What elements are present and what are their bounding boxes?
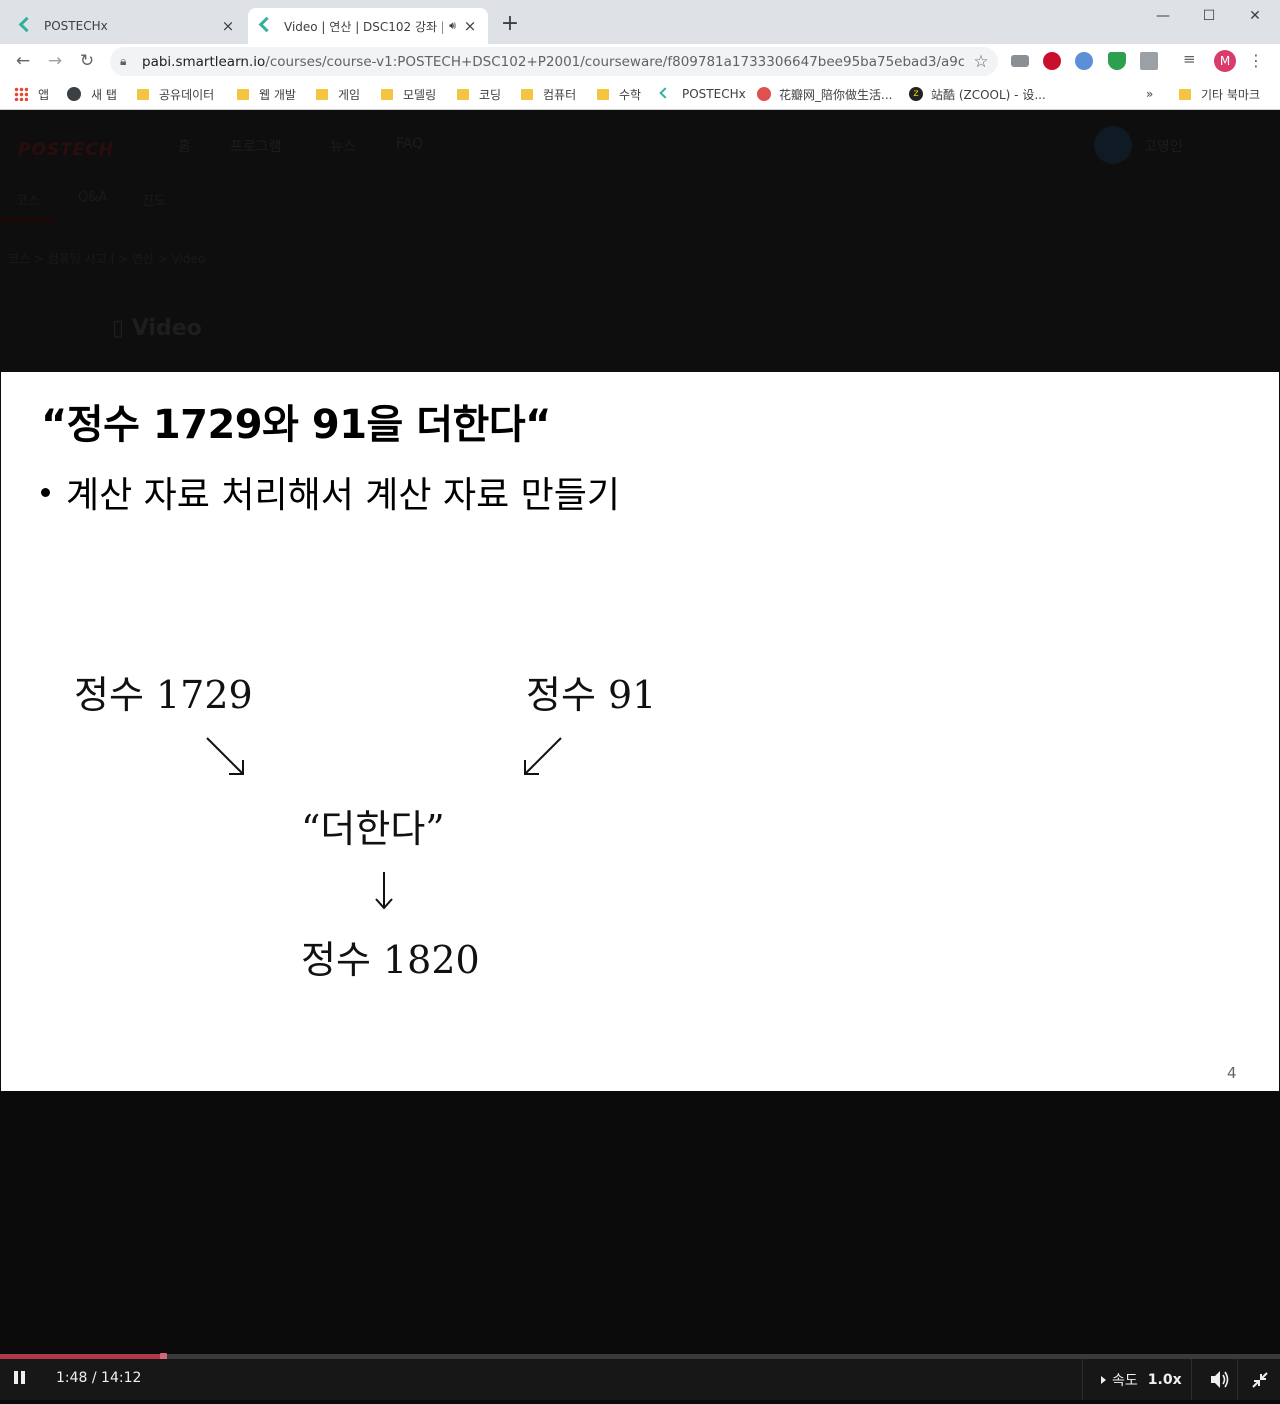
slide-heading: “정수 1729와 91을 더한다“ xyxy=(41,402,551,448)
bookmark-folder[interactable]: 수학 xyxy=(597,84,641,104)
subnav-active-indicator xyxy=(0,218,58,221)
close-tab-icon[interactable]: × xyxy=(220,18,236,34)
close-window-icon[interactable]: ✕ xyxy=(1232,4,1278,28)
nav-faq: FAQ xyxy=(396,136,424,152)
diagram-right-input: 정수 91 xyxy=(526,673,657,717)
bookmark-other[interactable]: 기타 북마크 xyxy=(1179,84,1260,104)
folder-icon xyxy=(1179,88,1191,100)
diagram-result: 정수 1820 xyxy=(301,938,480,982)
video-player[interactable]: POSTECH 홈 프로그램 뉴스 FAQ 고영인 코스 Q&A 진도 코스 >… xyxy=(0,110,1280,1400)
folder-icon xyxy=(237,88,249,100)
globe-icon xyxy=(67,87,81,101)
subnav-progress: 진도 xyxy=(142,194,166,209)
new-tab-button[interactable]: + xyxy=(498,12,522,36)
exit-fullscreen-button[interactable] xyxy=(1240,1359,1280,1400)
dimmed-course-page: POSTECH 홈 프로그램 뉴스 FAQ 고영인 코스 Q&A 진도 코스 >… xyxy=(0,110,1280,372)
bookmark-huaban[interactable]: 花瓣网_陪你做生活... xyxy=(757,84,892,104)
folder-icon xyxy=(597,88,609,100)
url-text[interactable]: pabi.smartlearn.io/courses/course-v1:POS… xyxy=(142,54,964,70)
nav-news: 뉴스 xyxy=(330,139,356,155)
video-time: 1:48 / 14:12 xyxy=(56,1370,142,1386)
arrow-down-right-icon xyxy=(206,737,244,775)
subnav-qa: Q&A xyxy=(78,190,108,205)
speed-button[interactable]: 속도 1.0x xyxy=(1082,1359,1192,1400)
bookmark-apps[interactable]: 앱 xyxy=(14,84,49,104)
reload-icon[interactable]: ↻ xyxy=(74,48,100,74)
lock-icon: 🔒︎ xyxy=(120,54,127,68)
bookmark-star-icon[interactable]: ☆ xyxy=(964,52,998,72)
browser-toolbar: ← → ↻ 🔒︎ pabi.smartlearn.io/courses/cour… xyxy=(0,44,1280,78)
pause-button[interactable] xyxy=(14,1371,28,1387)
user-name: 고영인 xyxy=(1144,139,1183,155)
bookmarks-overflow-button[interactable]: » xyxy=(1146,84,1153,104)
folder-icon xyxy=(457,88,469,100)
bookmark-zcool[interactable]: z 站酷 (ZCOOL) - 设... xyxy=(909,84,1046,104)
nav-home: 홈 xyxy=(178,139,191,155)
folder-icon xyxy=(137,88,149,100)
tab-title: POSTECHx xyxy=(44,19,108,33)
arrow-down-icon xyxy=(375,872,393,910)
tab-strip: POSTECHx × Video | 연산 | DSC102 강좌 | 🔊︎ ×… xyxy=(0,0,1280,44)
tab-video[interactable]: Video | 연산 | DSC102 강좌 | 🔊︎ × xyxy=(248,8,488,44)
extension-shield-icon[interactable] xyxy=(1108,52,1126,70)
nav-programs: 프로그램 xyxy=(230,139,282,155)
media-control-icon[interactable]: ≡ xyxy=(1183,50,1201,68)
bookmark-folder[interactable]: 공유데이터 xyxy=(137,84,214,104)
bullet-text: 계산 자료 처리해서 계산 자료 만들기 xyxy=(66,475,621,516)
zcool-icon: z xyxy=(909,87,923,101)
lecture-slide: “정수 1729와 91을 더한다“ 계산 자료 처리해서 계산 자료 만들기 … xyxy=(1,372,1279,1091)
folder-icon xyxy=(521,88,533,100)
user-avatar xyxy=(1094,126,1132,164)
bookmark-new-tab[interactable]: 새 탭 xyxy=(67,84,117,104)
browser-menu-icon[interactable]: ⋮ xyxy=(1248,50,1264,72)
bookmark-folder[interactable]: 웹 개발 xyxy=(237,84,296,104)
profile-avatar[interactable]: M xyxy=(1214,50,1236,72)
bookmark-postechx[interactable]: POSTECHx xyxy=(658,84,746,104)
bullet-dot xyxy=(41,487,50,497)
arrow-down-left-icon xyxy=(524,737,562,775)
exit-fullscreen-icon xyxy=(1252,1372,1268,1388)
speaker-icon[interactable]: 🔊︎ xyxy=(449,19,456,33)
back-icon[interactable]: ← xyxy=(10,48,36,74)
tab-postechx[interactable]: POSTECHx × xyxy=(8,8,246,44)
postech-icon xyxy=(658,87,672,101)
extension-lastpass-icon[interactable] xyxy=(1043,52,1061,70)
folder-icon xyxy=(381,88,393,100)
bookmark-folder[interactable]: 코딩 xyxy=(457,84,501,104)
folder-icon xyxy=(316,88,328,100)
video-controls: 1:48 / 14:12 속도 1.0x xyxy=(0,1359,1280,1400)
bookmark-folder[interactable]: 게임 xyxy=(316,84,360,104)
slide-page-number: 4 xyxy=(1227,1064,1237,1082)
speed-value: 1.0x xyxy=(1147,1371,1182,1388)
bookmark-folder[interactable]: 모델링 xyxy=(381,84,436,104)
bookmark-folder[interactable]: 컴퓨터 xyxy=(521,84,576,104)
volume-button[interactable] xyxy=(1198,1359,1238,1400)
volume-icon xyxy=(1211,1371,1229,1388)
address-bar[interactable]: 🔒︎ pabi.smartlearn.io/courses/course-v1:… xyxy=(110,47,998,76)
postech-favicon-icon xyxy=(18,17,36,35)
apps-icon xyxy=(14,87,28,101)
breadcrumb: 코스 > 컴퓨팅 사고 I > 연산 > Video xyxy=(8,252,206,266)
postech-favicon-icon xyxy=(258,17,276,35)
bookmarks-bar: 앱 새 탭 공유데이터 웹 개발 게임 모델링 코딩 컴퓨터 수학 POSTEC… xyxy=(0,78,1280,110)
slide-bullet: 계산 자료 처리해서 계산 자료 만들기 xyxy=(41,466,620,518)
subnav-course: 코스 xyxy=(16,194,40,209)
diagram-operation: “더한다” xyxy=(301,807,445,851)
diagram-left-input: 정수 1729 xyxy=(74,673,253,717)
tab-title: Video | 연산 | DSC102 강좌 | xyxy=(284,19,444,34)
extension-cloud-icon[interactable] xyxy=(1011,55,1029,67)
speed-label: 속도 xyxy=(1112,1372,1138,1389)
play-triangle-icon xyxy=(1101,1375,1106,1384)
extension-blue-icon[interactable] xyxy=(1075,52,1093,70)
forward-icon[interactable]: → xyxy=(42,48,68,74)
unit-title: ▯ Video xyxy=(112,316,202,341)
minimize-icon[interactable]: — xyxy=(1140,4,1186,28)
close-tab-icon[interactable]: × xyxy=(462,18,478,34)
maximize-icon[interactable]: ☐ xyxy=(1186,4,1232,28)
huaban-icon xyxy=(757,87,771,101)
site-logo: POSTECH xyxy=(18,140,115,160)
extension-reader-icon[interactable] xyxy=(1140,52,1158,70)
